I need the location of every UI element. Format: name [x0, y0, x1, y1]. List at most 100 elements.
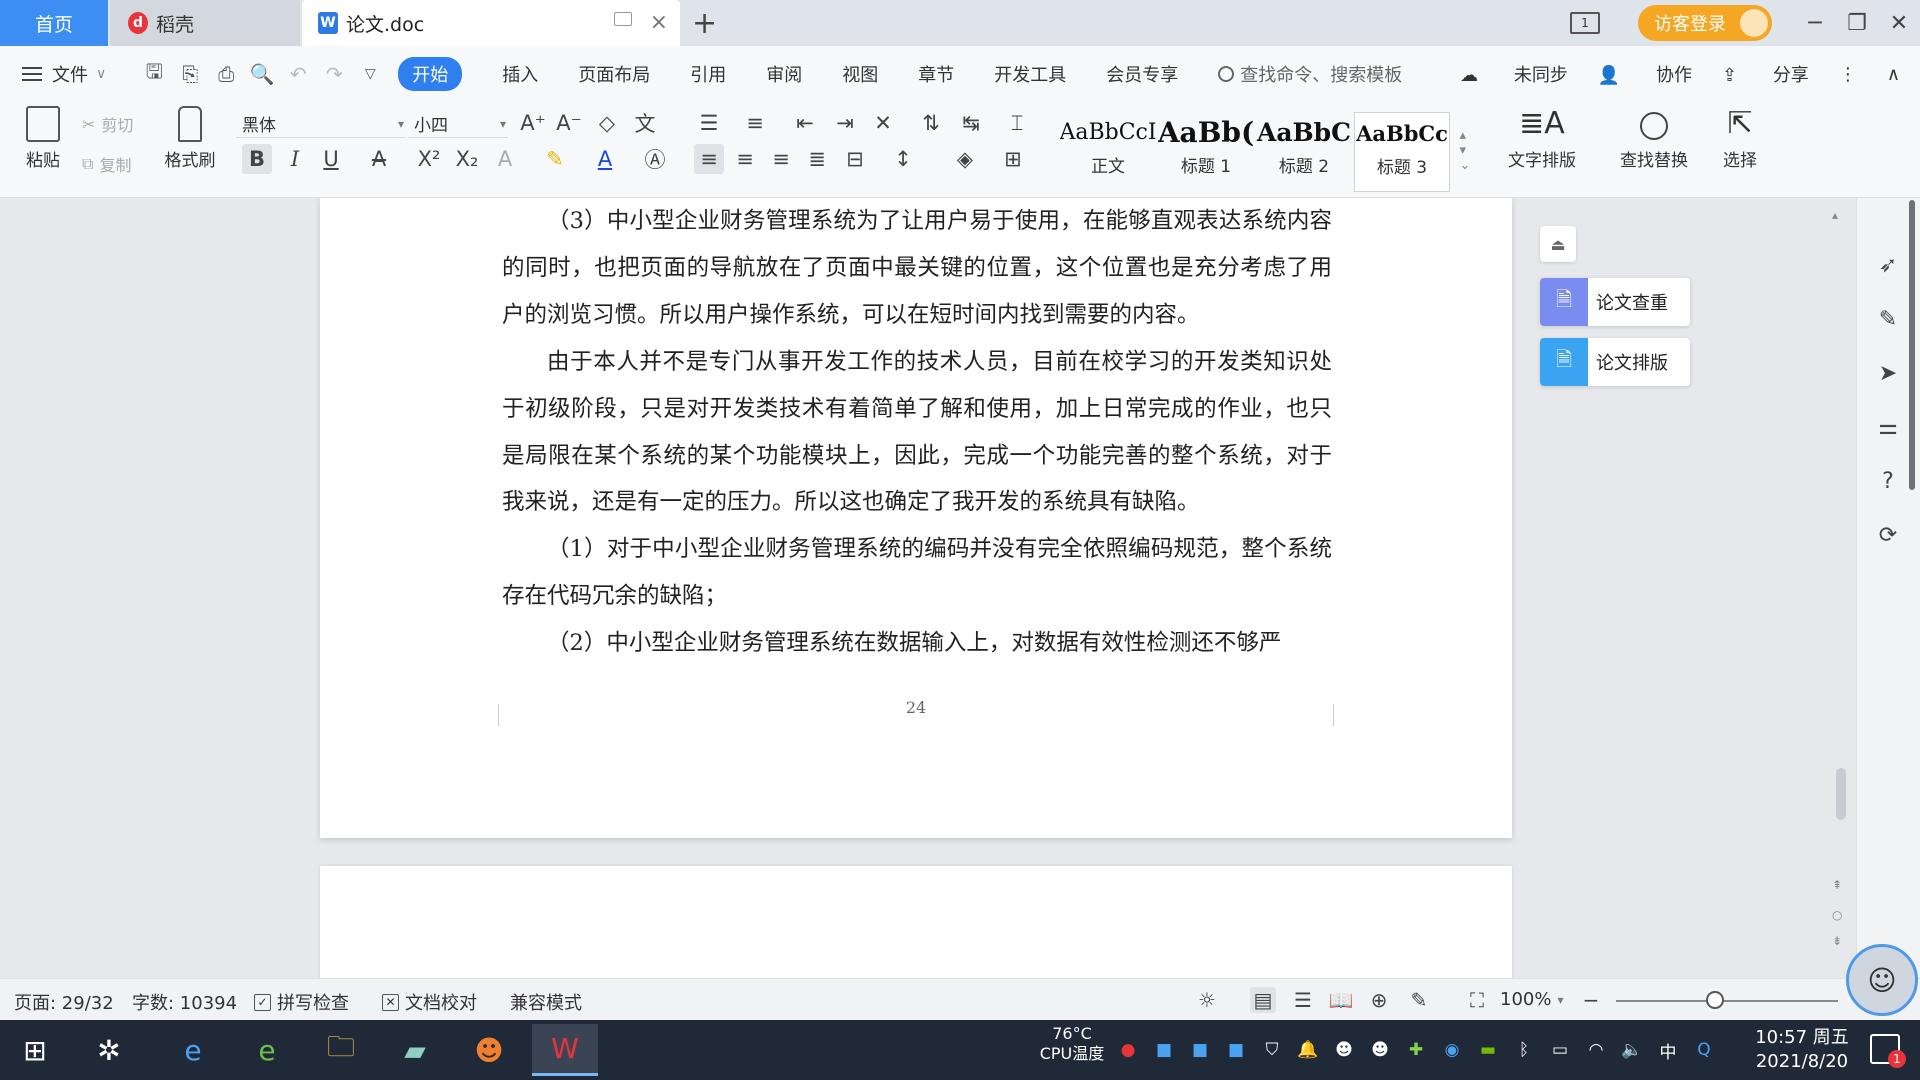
- style-heading-3[interactable]: AaBbCc 标题 3: [1354, 112, 1450, 192]
- phonetic-guide-icon[interactable]: 文: [630, 108, 660, 138]
- sort-icon[interactable]: ⇅: [916, 108, 946, 138]
- font-size-select[interactable]: 小四 ▾: [408, 110, 508, 138]
- float-window-icon[interactable]: [614, 12, 632, 26]
- find-replace-button[interactable]: 查找替换: [1606, 106, 1702, 171]
- file-menu[interactable]: 文件 ∨: [22, 61, 106, 87]
- document-canvas[interactable]: （3）中小型企业财务管理系统为了让用户易于使用，在能够直观表达系统内容的同时，也…: [0, 198, 1850, 978]
- align-right-icon[interactable]: ≡: [766, 144, 796, 174]
- tray-app-icon[interactable]: ●: [1110, 1040, 1146, 1060]
- tray-app-icon[interactable]: ✚: [1398, 1040, 1434, 1060]
- tab-document[interactable]: W 论文.doc ×: [302, 0, 680, 46]
- qq-icon[interactable]: ☻: [1326, 1040, 1362, 1060]
- font-name-select[interactable]: 黑体 ▾: [236, 110, 406, 138]
- tab-view[interactable]: 视图: [842, 61, 878, 87]
- fit-page-icon[interactable]: ⛶: [1464, 987, 1490, 1013]
- customize-toolbar-icon[interactable]: ▽: [352, 66, 388, 82]
- cpu-temperature[interactable]: 76°C CPU温度: [1034, 1024, 1110, 1064]
- collapse-panel-button[interactable]: ⏏: [1540, 226, 1576, 262]
- tray-app-icon[interactable]: ◉: [1434, 1040, 1470, 1060]
- bell-icon[interactable]: 🔔: [1290, 1040, 1326, 1060]
- minimize-button[interactable]: ─: [1794, 11, 1836, 36]
- tab-daoke[interactable]: d 稻壳: [110, 0, 300, 46]
- page-body[interactable]: （3）中小型企业财务管理系统为了让用户易于使用，在能够直观表达系统内容的同时，也…: [502, 198, 1332, 667]
- ime-indicator[interactable]: 中: [1650, 1038, 1686, 1063]
- subscript-icon[interactable]: X₂: [452, 144, 482, 174]
- chinese-layout-icon[interactable]: ✕: [868, 108, 898, 138]
- command-search-input[interactable]: 查找命令、搜索模板: [1218, 61, 1402, 87]
- write-mode-icon[interactable]: ✎: [1406, 987, 1432, 1013]
- copy-button[interactable]: ⧉ 复制: [82, 152, 131, 176]
- bluetooth-icon[interactable]: ᛒ: [1506, 1040, 1542, 1060]
- underline-icon[interactable]: U: [316, 144, 346, 174]
- decrease-font-icon[interactable]: A⁻: [554, 108, 584, 138]
- line-spacing-icon[interactable]: ↕: [888, 144, 918, 174]
- file-explorer-icon[interactable]: 🗀: [308, 1024, 374, 1076]
- paper-check-button[interactable]: 🗎 论文查重: [1540, 278, 1690, 326]
- vertical-scrollbar[interactable]: ▴ ⇞ ○ ⇟: [1830, 208, 1850, 968]
- increase-font-icon[interactable]: A⁺: [518, 108, 548, 138]
- align-left-icon[interactable]: ≡: [694, 144, 724, 174]
- tab-home[interactable]: 首页: [0, 0, 108, 46]
- tab-start[interactable]: 开始: [398, 57, 463, 91]
- paper-format-button[interactable]: 🗎 论文排版: [1540, 338, 1690, 386]
- print-preview-icon[interactable]: 🔍: [244, 62, 280, 86]
- paragraph[interactable]: （2）中小型企业财务管理系统在数据输入上，对数据有效性检测还不够严: [502, 620, 1332, 667]
- zoom-slider-track[interactable]: [1616, 1000, 1838, 1002]
- spell-check-toggle[interactable]: ✓ 拼写检查: [254, 989, 349, 1015]
- notes-app-icon[interactable]: ▰: [382, 1024, 448, 1076]
- scroll-up-icon[interactable]: ▴: [1832, 208, 1838, 222]
- restore-button[interactable]: ❐: [1836, 11, 1878, 36]
- text-layout-button[interactable]: ≣A 文字排版: [1494, 106, 1590, 171]
- assistant-icon[interactable]: ☺: [1846, 944, 1918, 1016]
- distribute-icon[interactable]: ⊟: [840, 144, 870, 174]
- word-count[interactable]: 字数: 10394: [132, 989, 237, 1015]
- select-button[interactable]: ⇱ 选择: [1710, 106, 1770, 171]
- style-normal[interactable]: AaBbCcI 正文: [1060, 112, 1156, 192]
- tray-app-icon[interactable]: ■: [1218, 1040, 1254, 1060]
- tab-review[interactable]: 审阅: [766, 61, 802, 87]
- guest-login-button[interactable]: 访客登录: [1638, 5, 1772, 41]
- decrease-indent-icon[interactable]: ⇤: [790, 108, 820, 138]
- next-document-page[interactable]: [320, 866, 1512, 978]
- page-indicator[interactable]: 页面: 29/32: [14, 989, 114, 1015]
- nvidia-icon[interactable]: ▬: [1470, 1040, 1506, 1060]
- highlight-icon[interactable]: ✎: [540, 144, 570, 174]
- doc-proof-button[interactable]: ✕ 文档校对: [382, 989, 477, 1015]
- reading-view-icon[interactable]: 📖: [1328, 987, 1354, 1013]
- ie-browser-icon[interactable]: e: [160, 1024, 226, 1076]
- system-clock[interactable]: 10:57 周五 2021/8/20: [1746, 1026, 1858, 1074]
- volume-icon[interactable]: 🔈: [1614, 1040, 1650, 1060]
- next-page-icon[interactable]: ⇟: [1832, 934, 1842, 948]
- rocket-icon[interactable]: ➶: [1873, 250, 1903, 280]
- paste-button[interactable]: 粘贴: [18, 106, 68, 171]
- tab-insert[interactable]: 插入: [502, 61, 538, 87]
- print-icon[interactable]: ⎙: [208, 62, 244, 86]
- fan-app-icon[interactable]: ✲: [76, 1024, 142, 1076]
- select-browse-icon[interactable]: ○: [1832, 908, 1842, 922]
- collapse-ribbon-icon[interactable]: ∧: [1887, 64, 1900, 85]
- scrollbar-thumb[interactable]: [1836, 768, 1846, 820]
- tray-app-icon[interactable]: ■: [1182, 1040, 1218, 1060]
- tray-app-icon[interactable]: ■: [1146, 1040, 1182, 1060]
- align-center-icon[interactable]: ≡: [730, 144, 760, 174]
- shield-icon[interactable]: ⛉: [1254, 1040, 1290, 1060]
- numbered-list-icon[interactable]: ≡: [740, 108, 770, 138]
- superscript-icon[interactable]: X²: [414, 144, 444, 174]
- redo-icon[interactable]: ↷: [316, 62, 352, 86]
- outline-view-icon[interactable]: ☰: [1290, 987, 1316, 1013]
- windows-start-icon[interactable]: ⊞: [2, 1024, 68, 1076]
- tray-app-icon[interactable]: Q: [1686, 1040, 1722, 1060]
- close-window-button[interactable]: ✕: [1878, 11, 1920, 36]
- help-icon[interactable]: ?: [1873, 466, 1903, 496]
- zoom-out-icon[interactable]: −: [1578, 987, 1604, 1013]
- font-color-icon[interactable]: A: [590, 144, 620, 174]
- tab-references[interactable]: 引用: [690, 61, 726, 87]
- strikethrough-icon[interactable]: A: [364, 144, 394, 174]
- wifi-icon[interactable]: ◠: [1578, 1040, 1614, 1060]
- zoom-slider-handle[interactable]: [1706, 991, 1724, 1009]
- style-heading-2[interactable]: AaBbC 标题 2: [1256, 112, 1352, 192]
- pen-icon[interactable]: ✎: [1873, 304, 1903, 334]
- document-page[interactable]: （3）中小型企业财务管理系统为了让用户易于使用，在能够直观表达系统内容的同时，也…: [320, 198, 1512, 838]
- bullet-list-icon[interactable]: ☰: [694, 108, 724, 138]
- more-icon[interactable]: ⋮: [1839, 64, 1857, 85]
